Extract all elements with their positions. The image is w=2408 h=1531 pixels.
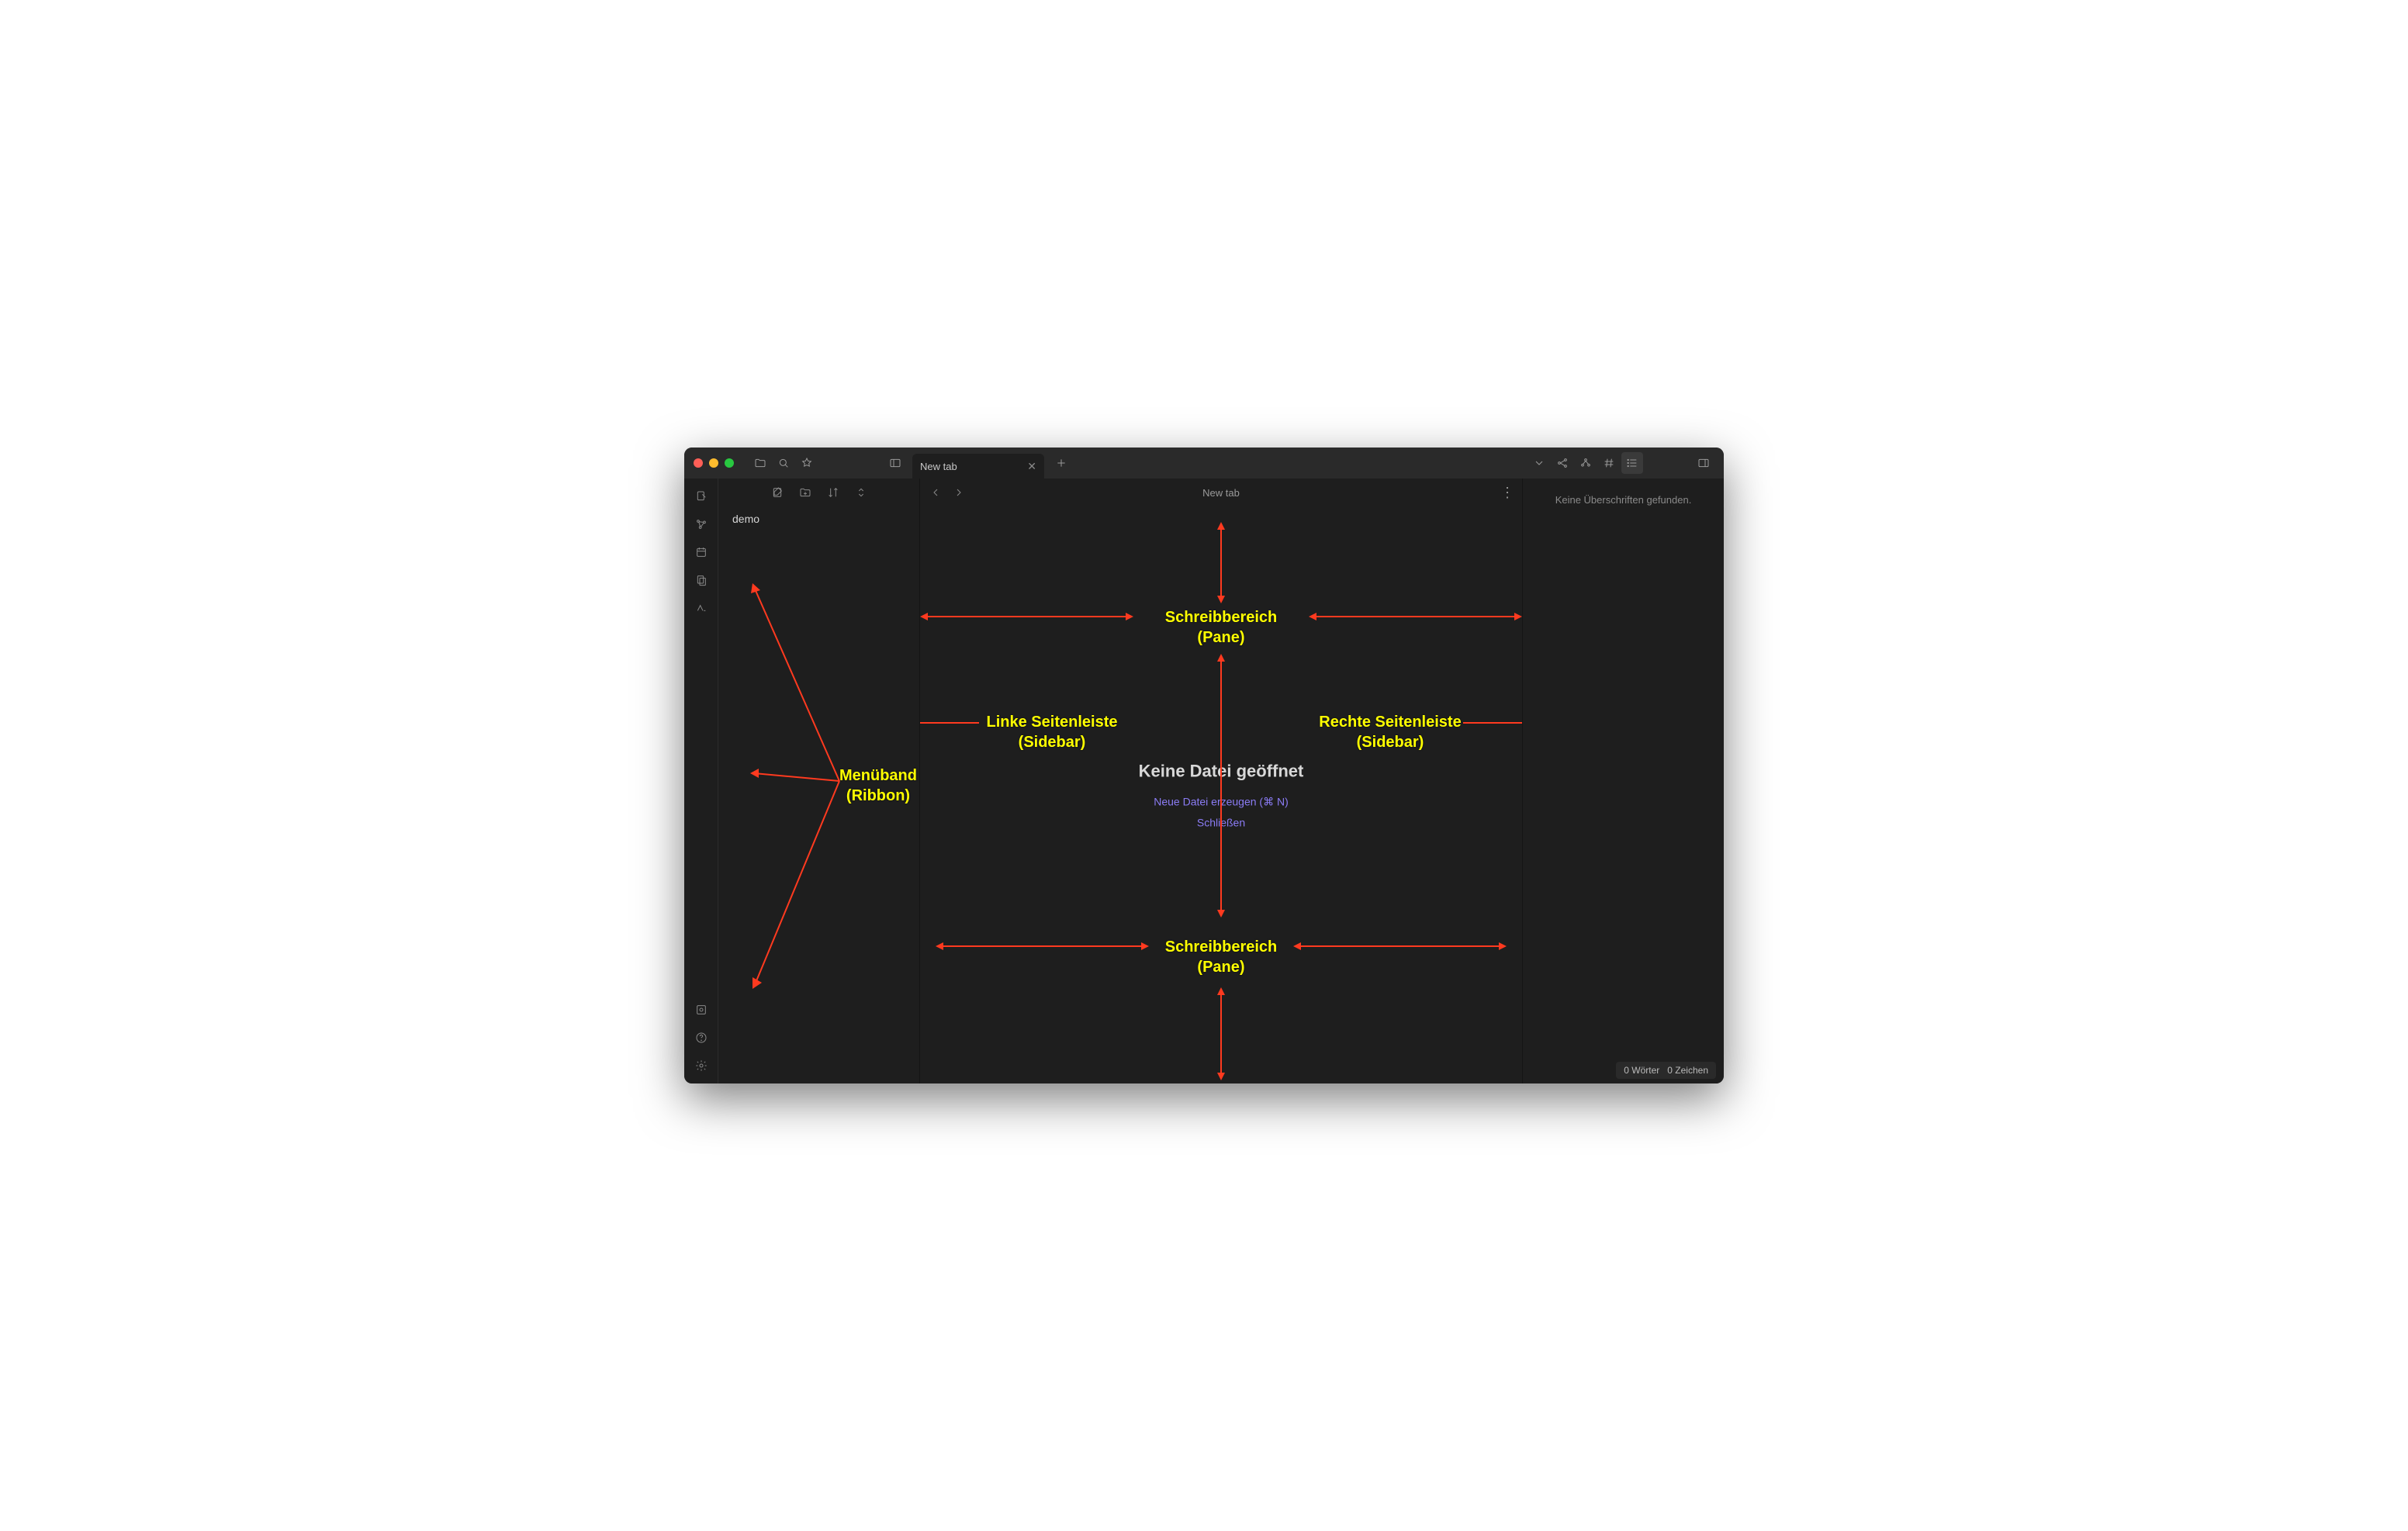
graph-global-icon[interactable] — [1552, 452, 1573, 474]
annotation-pane-bottom: Schreibbereich (Pane) — [1165, 937, 1278, 977]
ribbon — [684, 479, 718, 1083]
templates-icon[interactable] — [690, 569, 713, 592]
chevron-down-icon[interactable] — [1528, 452, 1550, 474]
more-options-icon[interactable]: ⋮ — [1500, 486, 1514, 499]
maximize-window-button[interactable] — [725, 458, 734, 468]
quick-switcher-icon[interactable] — [690, 485, 713, 508]
app-body: demo New tab ⋮ Keine Datei geöffnet Neue… — [684, 479, 1724, 1083]
char-count: 0 Zeichen — [1667, 1065, 1708, 1076]
minimize-window-button[interactable] — [709, 458, 718, 468]
empty-state: Keine Datei geöffnet Neue Datei erzeugen… — [1139, 762, 1304, 829]
editor-area[interactable]: Keine Datei geöffnet Neue Datei erzeugen… — [920, 506, 1522, 1083]
collapse-icon[interactable] — [851, 482, 871, 503]
window-controls — [694, 458, 734, 468]
close-link[interactable]: Schließen — [1139, 817, 1304, 829]
note-header: New tab ⋮ — [920, 479, 1522, 506]
close-window-button[interactable] — [694, 458, 703, 468]
vault-switch-icon[interactable] — [690, 998, 713, 1021]
outline-icon[interactable] — [1621, 452, 1643, 474]
create-new-file-link[interactable]: Neue Datei erzeugen (⌘ N) — [1139, 796, 1304, 809]
command-palette-icon[interactable] — [690, 596, 713, 620]
graph-local-icon[interactable] — [1575, 452, 1597, 474]
new-tab-button[interactable] — [1050, 452, 1072, 474]
tab-close-icon[interactable]: ✕ — [1027, 460, 1036, 473]
nav-forward-icon[interactable] — [951, 485, 967, 500]
annotation-pane-top: Schreibbereich (Pane) — [1165, 607, 1278, 648]
empty-state-heading: Keine Datei geöffnet — [1139, 762, 1304, 782]
tab-label: New tab — [920, 461, 957, 472]
file-explorer-toolbar — [718, 479, 919, 506]
nav-back-icon[interactable] — [928, 485, 943, 500]
settings-icon[interactable] — [690, 1054, 713, 1077]
right-sidebar: Keine Überschriften gefunden. — [1522, 479, 1724, 1083]
annotation-left-sidebar: Linke Seitenleiste (Sidebar) — [987, 712, 1118, 752]
vault-folder-icon[interactable] — [749, 452, 771, 474]
titlebar: New tab ✕ — [684, 448, 1724, 479]
bookmark-icon[interactable] — [796, 452, 818, 474]
no-headings-message: Keine Überschriften gefunden. — [1523, 494, 1724, 506]
vault-name[interactable]: demo — [718, 506, 919, 531]
tags-icon[interactable] — [1598, 452, 1620, 474]
left-sidebar: demo — [718, 479, 920, 1083]
help-icon[interactable] — [690, 1026, 713, 1049]
statusbar: 0 Wörter 0 Zeichen — [1616, 1062, 1716, 1079]
main-pane: New tab ⋮ Keine Datei geöffnet Neue Date… — [920, 479, 1522, 1083]
new-note-icon[interactable] — [767, 482, 787, 503]
search-icon[interactable] — [773, 452, 794, 474]
app-window: New tab ✕ — [684, 448, 1724, 1083]
sort-icon[interactable] — [823, 482, 843, 503]
annotation-right-sidebar: Rechte Seitenleiste (Sidebar) — [1319, 712, 1461, 752]
note-title: New tab — [1202, 487, 1240, 499]
sidebar-right-toggle-icon[interactable] — [1693, 452, 1714, 474]
word-count: 0 Wörter — [1624, 1065, 1659, 1076]
tab-new[interactable]: New tab ✕ — [912, 454, 1044, 479]
new-folder-icon[interactable] — [795, 482, 815, 503]
daily-note-icon[interactable] — [690, 541, 713, 564]
sidebar-left-toggle-icon[interactable] — [884, 452, 906, 474]
graph-view-icon[interactable] — [690, 513, 713, 536]
